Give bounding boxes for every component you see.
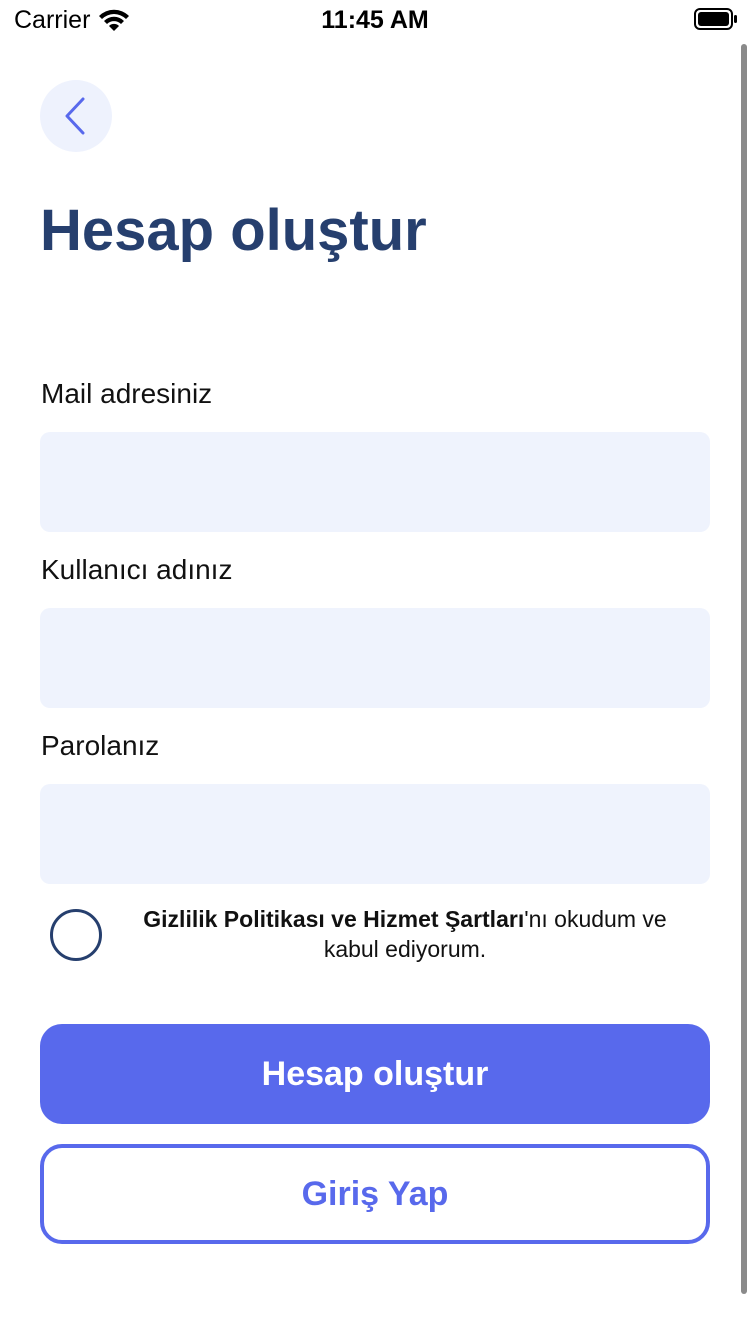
page-title: Hesap oluştur xyxy=(40,198,427,263)
battery-icon xyxy=(694,8,737,30)
email-field[interactable] xyxy=(40,432,710,532)
back-button[interactable] xyxy=(40,80,112,152)
terms-link[interactable]: Gizlilik Politikası ve Hizmet Şartları xyxy=(143,906,524,932)
terms-checkbox[interactable] xyxy=(50,909,102,961)
email-label: Mail adresiniz xyxy=(41,378,213,409)
username-label: Kullanıcı adınız xyxy=(41,554,233,585)
username-field[interactable] xyxy=(40,608,710,708)
password-field[interactable] xyxy=(40,784,710,884)
login-button[interactable]: Giriş Yap xyxy=(40,1144,710,1244)
terms-text: Gizlilik Politikası ve Hizmet Şartları'n… xyxy=(118,904,692,964)
signup-screen: Carrier 11:45 AM Hesap oluştur Mail adre… xyxy=(0,0,750,1334)
chevron-left-icon xyxy=(65,97,85,135)
status-time: 11:45 AM xyxy=(321,6,429,34)
scrollbar[interactable] xyxy=(741,44,747,1294)
create-account-button[interactable]: Hesap oluştur xyxy=(40,1024,710,1124)
status-bar: Carrier 11:45 AM xyxy=(0,0,750,40)
password-label: Parolanız xyxy=(41,730,160,761)
